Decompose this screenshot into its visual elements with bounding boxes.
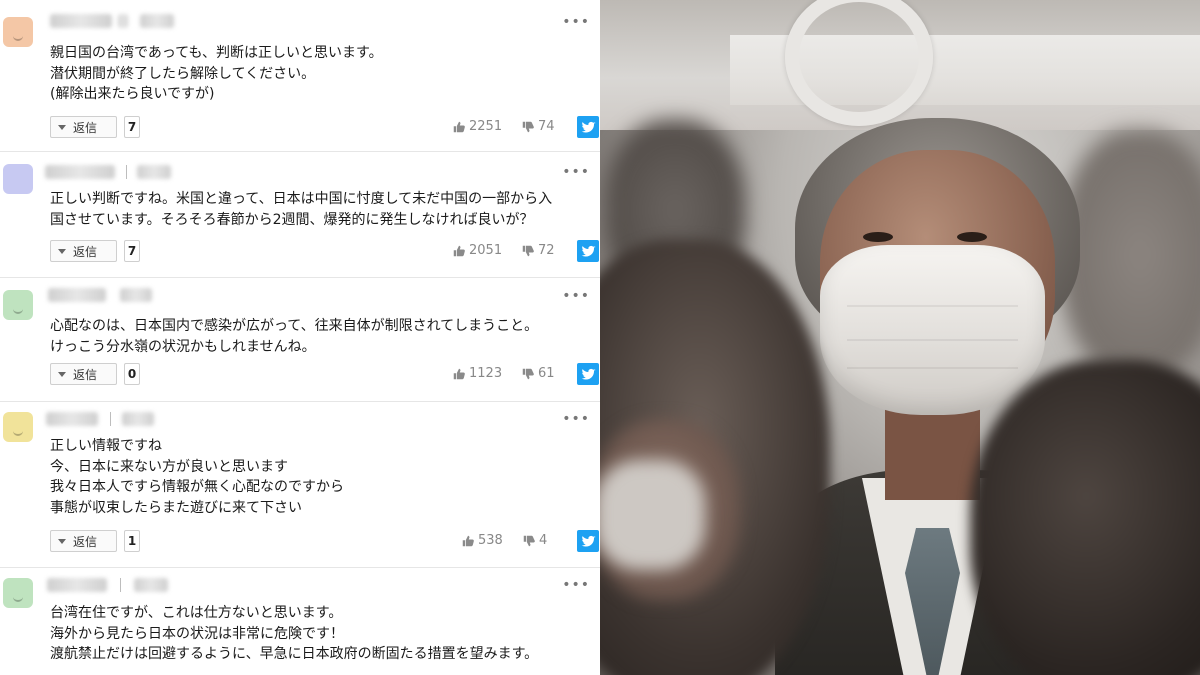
twitter-share-button[interactable] [577,363,599,385]
background-person-right [1060,130,1200,380]
more-options-icon[interactable]: ••• [562,411,590,427]
comment-text: 正しい情報ですね 今、日本に来ない方が良いと思います 我々日本人ですら情報が無く… [50,438,344,516]
caret-down-icon [58,248,66,254]
foreground-person-right [970,360,1200,675]
like-count: 2251 [469,119,503,134]
separator-bar [110,412,111,426]
like-count: 538 [478,533,503,548]
comment-item: ••• 正しい判断ですね。米国と違って、日本は中国に忖度して未だ中国の一部から入… [0,152,600,276]
screenshot-canvas: ••• 親日国の台湾であっても、判断は正しいと思います。 潜伏期間が終了したら解… [0,0,1200,675]
twitter-share-button[interactable] [577,530,599,552]
comment-item: ••• 正しい情報ですね 今、日本に来ない方が良いと思います 我々日本人ですら情… [0,402,600,566]
more-options-icon[interactable]: ••• [562,164,590,180]
comment-item: ••• 台湾在住ですが、これは仕方ないと思います。 海外から見たら日本の状況は非… [0,568,600,675]
avatar[interactable] [3,578,33,608]
comment-text: 心配なのは、日本国内で感染が広がって、往来自体が制限されてしまうこと。 けっこう… [50,318,539,355]
thumbs-up-icon [453,121,465,132]
timestamp-blurred [134,578,168,592]
avatar[interactable] [3,17,33,47]
reply-button[interactable]: 返信 [50,363,117,385]
timestamp-blurred [137,165,171,179]
caret-down-icon [58,538,66,544]
timestamp-blurred [122,412,154,426]
reply-label: 返信 [73,534,98,549]
thumbs-up-icon [453,245,465,256]
eye-left [863,232,893,242]
like-button[interactable]: 1123 [453,366,502,381]
reply-button[interactable]: 返信 [50,240,117,262]
thumbs-down-icon [522,245,534,256]
thumbs-down-icon [522,368,534,379]
reply-button[interactable]: 返信 [50,530,117,552]
thumbs-up-icon [453,368,465,379]
twitter-share-button[interactable] [577,116,599,138]
caret-down-icon [58,124,66,130]
username-blurred[interactable] [47,578,107,592]
thumbs-up-icon [462,535,474,546]
separator-bar [120,578,121,592]
dislike-count: 72 [538,243,555,258]
twitter-share-button[interactable] [577,240,599,262]
more-options-icon[interactable]: ••• [562,14,590,30]
username-blurred[interactable] [50,14,112,28]
reply-label: 返信 [73,367,98,382]
twitter-icon [581,245,595,257]
twitter-icon [581,535,595,547]
comment-list: ••• 親日国の台湾であっても、判断は正しいと思います。 潜伏期間が終了したら解… [0,0,600,675]
reply-count[interactable]: 0 [124,363,140,385]
username-blurred[interactable] [48,288,106,302]
eye-right [957,232,987,242]
reply-count[interactable]: 7 [124,240,140,262]
avatar[interactable] [3,290,33,320]
avatar[interactable] [3,412,33,442]
comment-item: ••• 心配なのは、日本国内で感染が広がって、往来自体が制限されてしまうこと。 … [0,278,600,400]
dislike-button[interactable]: 4 [523,533,547,548]
twitter-icon [581,368,595,380]
reply-count[interactable]: 1 [124,530,140,552]
separator-bar [126,165,127,179]
news-photo-masked-man [600,0,1200,675]
comment-item: ••• 親日国の台湾であっても、判断は正しいと思います。 潜伏期間が終了したら解… [0,0,600,150]
dislike-count: 4 [539,533,548,548]
dislike-count: 61 [538,366,555,381]
like-count: 2051 [469,243,503,258]
dislike-button[interactable]: 74 [522,119,555,134]
more-options-icon[interactable]: ••• [562,577,590,593]
timestamp-blurred [120,288,152,302]
dislike-count: 74 [538,119,555,134]
reply-button[interactable]: 返信 [50,116,117,138]
like-count: 1123 [469,366,503,381]
timestamp-blurred [140,14,174,28]
caret-down-icon [58,371,66,377]
thumbs-down-icon [522,121,534,132]
comment-text: 親日国の台湾であっても、判断は正しいと思います。 潜伏期間が終了したら解除してく… [50,45,383,103]
like-button[interactable]: 2251 [453,119,502,134]
reply-count[interactable]: 7 [124,116,140,138]
foreground-mask-left [600,460,705,570]
like-button[interactable]: 538 [462,533,503,548]
comment-text: 台湾在住ですが、これは仕方ないと思います。 海外から見たら日本の状況は非常に危険… [50,605,539,663]
neck [885,400,980,500]
dislike-button[interactable]: 72 [522,243,555,258]
reply-label: 返信 [73,120,98,135]
twitter-icon [581,121,595,133]
username-blurred[interactable] [46,412,98,426]
surgical-mask [820,245,1045,415]
thumbs-down-icon [523,535,535,546]
username-blurred[interactable] [45,165,115,179]
username-blurred-part [118,14,128,28]
avatar[interactable] [3,164,33,194]
like-button[interactable]: 2051 [453,243,502,258]
reply-label: 返信 [73,244,98,259]
dislike-button[interactable]: 61 [522,366,555,381]
comment-text: 正しい判断ですね。米国と違って、日本は中国に忖度して未だ中国の一部から入 国させ… [50,191,553,228]
more-options-icon[interactable]: ••• [562,288,590,304]
